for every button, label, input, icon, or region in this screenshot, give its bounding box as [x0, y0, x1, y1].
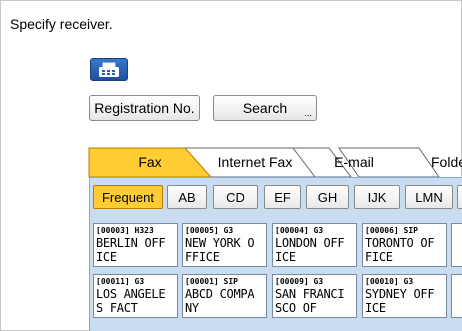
destination-key[interactable]: [00009] G3 SAN FRANCI SCO OF [272, 274, 357, 318]
destination-code: [00006] SIP [365, 226, 418, 235]
destination-code: [00011] G3 [96, 277, 145, 286]
group-ijk-label: IJK [367, 189, 387, 205]
ellipsis-marker: ... [304, 108, 312, 118]
destination-code: [00009] G3 [275, 277, 324, 286]
dialog-frame: Specify receiver. Registration No. Searc… [0, 0, 462, 331]
tab-email-label: E-mail [334, 154, 374, 170]
group-frequent-label: Frequent [101, 189, 155, 205]
destination-key[interactable]: [00003] H323 BERLIN OFF ICE [93, 223, 178, 267]
destination-code: [00004] G3 [275, 226, 324, 235]
destination-name-cont: FFICE [185, 250, 220, 264]
search-button[interactable]: Search ... [213, 95, 317, 121]
destination-key[interactable]: [00001] SIP ABCD COMPA NY [182, 274, 267, 318]
destination-type-tabs: Fax Internet Fax E-mail Folde [89, 147, 462, 177]
destination-code: [00003] H323 [96, 226, 154, 235]
destination-name-cont: FICE [365, 250, 393, 264]
destination-code: [00010] G3 [365, 277, 414, 286]
destination-name: LONDON OFF [275, 236, 345, 250]
destination-code: [00005] G3 [185, 226, 234, 235]
destination-name-cont: S FACT [96, 301, 138, 315]
destination-name: NEW YORK O [185, 236, 255, 250]
destination-key[interactable]: [00011] G3 LOS ANGELE S FACT [93, 274, 178, 318]
destination-name: ABCD COMPA [185, 287, 255, 301]
group-ab-label: AB [178, 189, 196, 205]
registration-no-label: Registration No. [94, 100, 195, 116]
destination-key-partial[interactable] [451, 223, 462, 267]
group-ab-button[interactable]: AB [167, 185, 207, 209]
tab-fax-label: Fax [138, 154, 162, 170]
group-ef-button[interactable]: EF [264, 185, 301, 209]
destination-name-cont: ICE [96, 250, 117, 264]
group-gh-button[interactable]: GH [306, 185, 349, 209]
group-next-button[interactable] [457, 185, 462, 209]
tab-folder-label: Folde [431, 154, 462, 170]
fax-machine-icon [99, 62, 119, 77]
search-label: Search [242, 100, 288, 116]
group-ef-label: EF [274, 189, 291, 205]
group-lmn-label: LMN [415, 189, 443, 205]
destination-name: SYDNEY OFF [365, 287, 435, 301]
group-frequent-button[interactable]: Frequent [93, 185, 163, 209]
fax-mode-button[interactable] [90, 58, 128, 81]
destination-name: SAN FRANCI [275, 287, 345, 301]
destination-key[interactable]: [00006] SIP TORONTO OF FICE [362, 223, 447, 267]
group-gh-label: GH [317, 189, 338, 205]
destination-name: BERLIN OFF [96, 236, 166, 250]
destination-key[interactable]: [00004] G3 LONDON OFF ICE [272, 223, 357, 267]
destination-name-cont: ICE [275, 250, 296, 264]
destination-key[interactable]: [00010] G3 SYDNEY OFF ICE [362, 274, 447, 318]
destination-name: TORONTO OF [365, 236, 435, 250]
destination-code: [00001] SIP [185, 277, 238, 286]
registration-no-button[interactable]: Registration No. [89, 95, 200, 121]
destination-key[interactable]: [00005] G3 NEW YORK O FFICE [182, 223, 267, 267]
destination-name: LOS ANGELE [96, 287, 166, 301]
group-cd-button[interactable]: CD [213, 185, 258, 209]
destination-name-cont: SCO OF [275, 301, 317, 315]
group-cd-label: CD [226, 189, 245, 205]
tab-folder[interactable]: Folde [389, 147, 462, 177]
tab-internet-fax-label: Internet Fax [217, 154, 293, 170]
destination-key-partial[interactable] [451, 274, 462, 318]
destination-name-cont: NY [185, 301, 199, 315]
instruction-text: Specify receiver. [10, 16, 113, 32]
group-lmn-button[interactable]: LMN [405, 185, 453, 209]
destination-name-cont: ICE [365, 301, 386, 315]
group-ijk-button[interactable]: IJK [354, 185, 400, 209]
